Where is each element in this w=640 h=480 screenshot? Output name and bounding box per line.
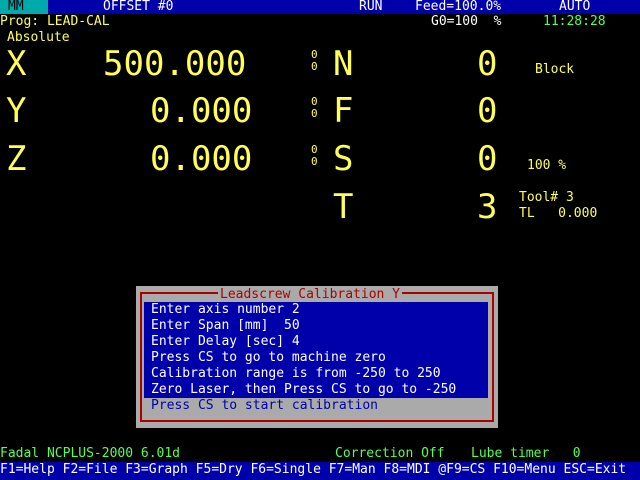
axis-sub-x-2: 0	[311, 60, 318, 73]
top-status-bar	[0, 0, 640, 14]
spindle-percent: 100 %	[527, 158, 567, 173]
clock: 11:28:28	[543, 14, 606, 29]
axis-value-y: 0.000	[150, 91, 253, 131]
tool-length: TL 0.000	[519, 206, 598, 221]
offset-indicator: OFFSET #0	[103, 0, 174, 14]
run-state: RUN	[359, 0, 383, 14]
version-info: Fadal NCPLUS-2000 6.01d	[0, 446, 181, 461]
dialog-line-range: Calibration range is from -250 to 250	[151, 366, 441, 381]
axis-label-z: Z	[6, 139, 27, 179]
code-label-s: S	[333, 139, 354, 179]
tool-number: Tool# 3	[519, 190, 574, 205]
axis-sub-y-2: 0	[311, 107, 318, 120]
dialog-line-axis: Enter axis number 2	[151, 302, 300, 317]
axis-label-x: X	[6, 44, 27, 84]
dialog-title: Leadscrew Calibration Y	[218, 287, 403, 303]
feed-override: Feed=100.0%	[415, 0, 502, 14]
block-label: Block	[535, 62, 575, 77]
code-value-t: 3	[477, 187, 498, 227]
axis-label-y: Y	[6, 91, 27, 131]
dialog-prompt: Press CS to start calibration	[151, 398, 378, 413]
axis-value-x: 500.000	[103, 44, 247, 84]
code-label-t: T	[333, 187, 354, 227]
function-key-bar[interactable]: F1=Help F2=File F3=Graph F5=Dry F6=Singl…	[0, 462, 640, 480]
axis-sub-z-2: 0	[311, 155, 318, 168]
rapid-override: G0=100 %	[431, 14, 502, 29]
dialog-line-delay: Enter Delay [sec] 4	[151, 334, 300, 349]
code-value-f: 0	[477, 91, 498, 131]
axis-value-z: 0.000	[150, 139, 253, 179]
function-keys-text[interactable]: F1=Help F2=File F3=Graph F5=Dry F6=Singl…	[0, 462, 626, 478]
dialog-line-zero-laser: Zero Laser, then Press CS to go to -250	[151, 382, 457, 397]
lube-timer: Lube timer 0	[471, 446, 581, 461]
units-mode-label: MM	[8, 0, 24, 14]
code-value-s: 0	[477, 139, 498, 179]
code-label-n: N	[333, 44, 354, 84]
dialog-line-span: Enter Span [mm] 50	[151, 318, 300, 333]
auto-mode: AUTO	[559, 0, 591, 14]
correction-status: Correction Off	[335, 446, 445, 461]
units-mode-indicator: MM	[0, 0, 48, 14]
dialog-line-machine-zero: Press CS to go to machine zero	[151, 350, 386, 365]
code-value-n: 0	[477, 44, 498, 84]
code-label-f: F	[333, 91, 354, 131]
program-name: Prog: LEAD-CAL	[0, 14, 110, 29]
